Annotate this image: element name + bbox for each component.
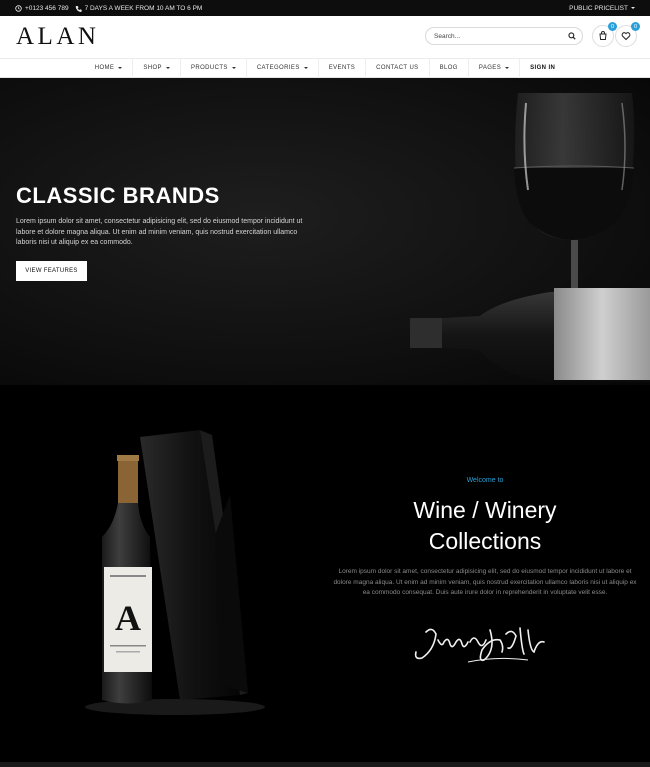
section-description: Lorem ipsum dolor sit amet, consectetur … <box>333 568 637 596</box>
nav-products[interactable]: PRODUCTS <box>181 58 247 78</box>
nav-contact-us[interactable]: CONTACT US <box>366 58 430 78</box>
wine-glass-and-bottle-image <box>410 93 650 382</box>
section-title-line-1: Wine / Winery <box>413 497 557 523</box>
wishlist-button[interactable]: 0 <box>615 22 640 47</box>
clock-icon <box>15 4 22 12</box>
nav-events[interactable]: EVENTS <box>319 58 367 78</box>
topbar-hours: 7 DAYS A WEEK FROM 10 AM TO 6 PM <box>75 4 203 12</box>
search-input[interactable] <box>434 32 568 40</box>
main-nav: HOME SHOP PRODUCTS CATEGORIES EVENTS CON… <box>0 58 650 78</box>
nav-label: HOME <box>94 65 115 71</box>
nav-label: BLOG <box>439 65 458 71</box>
bottle-label-letter: A <box>115 598 141 638</box>
welcome-subtitle: Welcome to <box>466 477 504 484</box>
caret-down-icon <box>165 67 170 69</box>
phone-number: +0123 456 789 <box>25 4 69 12</box>
signature-image <box>414 627 545 663</box>
phone-icon <box>75 5 82 12</box>
business-hours: 7 DAYS A WEEK FROM 10 AM TO 6 PM <box>84 4 203 12</box>
caret-down-icon <box>303 67 308 69</box>
nav-pages[interactable]: PAGES <box>469 58 521 78</box>
caret-down-icon <box>631 7 635 9</box>
nav-sign-in[interactable]: SIGN IN <box>520 58 565 78</box>
hero-title: CLASSIC BRANDS <box>16 183 220 208</box>
search-icon[interactable] <box>568 32 576 40</box>
site-logo[interactable]: ALAN <box>16 23 99 51</box>
caret-down-icon <box>505 67 510 69</box>
caret-down-icon <box>118 67 123 69</box>
heart-icon <box>621 31 631 41</box>
nav-label: PAGES <box>478 65 502 71</box>
cart-button[interactable]: 0 <box>592 22 617 47</box>
nav-label: CATEGORIES <box>256 65 300 71</box>
nav-label: SIGN IN <box>530 65 556 71</box>
nav-label: EVENTS <box>328 65 356 71</box>
nav-blog[interactable]: BLOG <box>430 58 469 78</box>
top-bar: +0123 456 789 7 DAYS A WEEK FROM 10 AM T… <box>0 0 650 16</box>
hero-banner: CLASSIC BRANDS Lorem ipsum dolor sit ame… <box>0 78 650 385</box>
nav-shop[interactable]: SHOP <box>133 58 181 78</box>
cart-icon <box>598 31 608 41</box>
footer-edge <box>0 762 650 767</box>
nav-label: CONTACT US <box>376 65 419 71</box>
collections-section: A Welcome to Wine / Winery Collections L… <box>0 385 650 762</box>
public-pricelist-dropdown[interactable]: PUBLIC PRICELIST <box>569 5 635 12</box>
nav-home[interactable]: HOME <box>85 58 134 78</box>
pricelist-label: PUBLIC PRICELIST <box>569 4 628 12</box>
section-title: Wine / Winery Collections <box>320 495 650 557</box>
wishlist-count-badge: 0 <box>631 22 640 31</box>
nav-categories[interactable]: CATEGORIES <box>247 58 319 78</box>
view-features-button[interactable]: VIEW FEATURES <box>16 261 87 281</box>
caret-down-icon <box>231 67 236 69</box>
wine-bottle-with-box-image: A <box>85 430 265 715</box>
section-title-line-2: Collections <box>428 528 542 554</box>
hero-description: Lorem ipsum dolor sit amet, consectetur … <box>16 218 303 246</box>
nav-label: PRODUCTS <box>190 65 228 71</box>
nav-label: SHOP <box>143 65 162 71</box>
topbar-phone: +0123 456 789 <box>15 5 69 12</box>
search-box <box>425 27 583 45</box>
